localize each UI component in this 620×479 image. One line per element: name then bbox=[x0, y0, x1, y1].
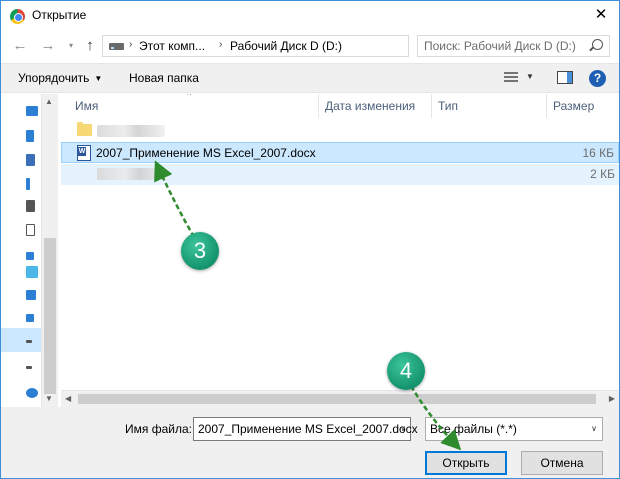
onedrive-icon[interactable] bbox=[26, 266, 38, 278]
drive-icon[interactable] bbox=[26, 290, 36, 300]
horizontal-scrollbar[interactable]: ◀ ▶ bbox=[61, 390, 619, 407]
filename-input[interactable]: 2007_Применение MS Excel_2007.docx ∨ bbox=[193, 417, 418, 441]
forward-arrow-icon[interactable]: → bbox=[39, 37, 57, 55]
scroll-right-icon[interactable]: ▶ bbox=[609, 394, 615, 403]
search-icon[interactable] bbox=[592, 39, 603, 50]
window-title: Открытие bbox=[32, 8, 87, 22]
local-drive-icon[interactable] bbox=[26, 340, 32, 343]
redacted-name bbox=[97, 125, 165, 137]
nav-scroll-thumb[interactable] bbox=[44, 238, 56, 394]
drive-icon bbox=[109, 43, 124, 50]
column-header-date[interactable]: Дата изменения bbox=[319, 94, 432, 118]
search-placeholder: Поиск: Рабочий Диск D (D:) bbox=[424, 39, 576, 53]
step-marker-4: 4 bbox=[387, 352, 425, 390]
open-file-dialog: Открытие ✕ ← → ▾ ↑ › Этот комп... › Рабо… bbox=[0, 0, 620, 479]
navigation-pane: ▲ ▼ bbox=[1, 94, 59, 407]
column-header-type[interactable]: Тип bbox=[432, 94, 547, 118]
file-icon[interactable] bbox=[26, 224, 35, 236]
chrome-icon bbox=[10, 9, 25, 24]
redacted-name bbox=[97, 168, 167, 180]
file-list: ^ Имя Дата изменения Тип Размер 2007_При… bbox=[61, 94, 619, 390]
folder-icon bbox=[77, 122, 92, 136]
local-drive-icon[interactable] bbox=[26, 366, 32, 369]
list-item-folder[interactable] bbox=[61, 121, 619, 142]
music-icon[interactable] bbox=[26, 200, 35, 212]
caret-down-icon: ▼ bbox=[94, 74, 103, 83]
step-marker-3: 3 bbox=[181, 232, 219, 270]
column-header-size[interactable]: Размер bbox=[547, 94, 619, 118]
command-toolbar: Упорядочить ▼ Новая папка ▼ ? bbox=[1, 63, 619, 93]
breadcrumb-this-pc[interactable]: Этот комп... bbox=[139, 39, 205, 53]
recent-locations-dropdown[interactable]: ▾ bbox=[65, 37, 77, 55]
navigation-row: ← → ▾ ↑ › Этот комп... › Рабочий Диск D … bbox=[1, 31, 619, 61]
help-icon[interactable]: ? bbox=[589, 70, 606, 87]
list-item-selected-file[interactable]: 2007_Применение MS Excel_2007.docx 16 КБ bbox=[61, 142, 619, 163]
list-item-file[interactable]: 2 КБ bbox=[61, 164, 619, 185]
scroll-up-icon[interactable]: ▲ bbox=[45, 97, 53, 106]
breadcrumb-drive-d[interactable]: Рабочий Диск D (D:) bbox=[230, 39, 342, 53]
up-arrow-icon[interactable]: ↑ bbox=[81, 37, 99, 55]
nav-selected-item[interactable] bbox=[1, 328, 41, 352]
chevron-right-icon[interactable]: › bbox=[219, 39, 222, 50]
file-type-select[interactable]: Все файлы (*.*) ∨ bbox=[425, 417, 603, 441]
organize-button[interactable]: Упорядочить ▼ bbox=[18, 71, 102, 85]
filename-value: 2007_Применение MS Excel_2007.docx bbox=[198, 422, 418, 436]
network-icon[interactable] bbox=[26, 252, 34, 260]
close-button[interactable]: ✕ bbox=[589, 4, 613, 26]
downloads-icon[interactable] bbox=[26, 178, 30, 190]
word-document-icon bbox=[77, 145, 91, 161]
search-input[interactable]: Поиск: Рабочий Диск D (D:) bbox=[417, 35, 610, 57]
scroll-down-icon[interactable]: ▼ bbox=[45, 394, 53, 403]
preview-pane-icon[interactable] bbox=[557, 71, 573, 84]
title-bar: Открытие ✕ bbox=[1, 1, 619, 31]
address-bar[interactable]: › Этот комп... › Рабочий Диск D (D:) ∨ ↻ bbox=[102, 35, 503, 57]
scroll-left-icon[interactable]: ◀ bbox=[65, 394, 71, 403]
network-icon[interactable] bbox=[26, 388, 38, 398]
chevron-right-icon: › bbox=[129, 39, 133, 50]
dialog-footer: Имя файла: 2007_Применение MS Excel_2007… bbox=[1, 407, 619, 478]
caret-down-icon[interactable]: ▼ bbox=[526, 72, 534, 81]
documents-icon[interactable] bbox=[26, 130, 34, 142]
back-arrow-icon[interactable]: ← bbox=[11, 37, 29, 55]
chevron-down-icon[interactable]: ∨ bbox=[400, 424, 406, 433]
cancel-button[interactable]: Отмена bbox=[521, 451, 603, 475]
horizontal-scroll-thumb[interactable] bbox=[78, 394, 596, 404]
view-details-icon[interactable] bbox=[504, 72, 518, 84]
nav-pane-scrollbar[interactable]: ▲ ▼ bbox=[41, 94, 58, 407]
file-name: 2007_Применение MS Excel_2007.docx bbox=[96, 146, 316, 160]
pictures-icon[interactable] bbox=[26, 154, 35, 166]
new-folder-button[interactable]: Новая папка bbox=[129, 71, 199, 85]
organize-label: Упорядочить bbox=[18, 71, 90, 85]
open-button[interactable]: Открыть bbox=[425, 451, 507, 475]
chevron-down-icon[interactable]: ∨ bbox=[591, 424, 597, 433]
desktop-icon[interactable] bbox=[26, 106, 38, 116]
filename-label: Имя файла: bbox=[125, 422, 192, 436]
column-header-name[interactable]: Имя bbox=[69, 94, 319, 118]
file-size: 2 КБ bbox=[590, 167, 615, 181]
file-type-value: Все файлы (*.*) bbox=[430, 422, 517, 436]
file-size: 16 КБ bbox=[582, 146, 614, 160]
drive-icon[interactable] bbox=[26, 314, 34, 322]
